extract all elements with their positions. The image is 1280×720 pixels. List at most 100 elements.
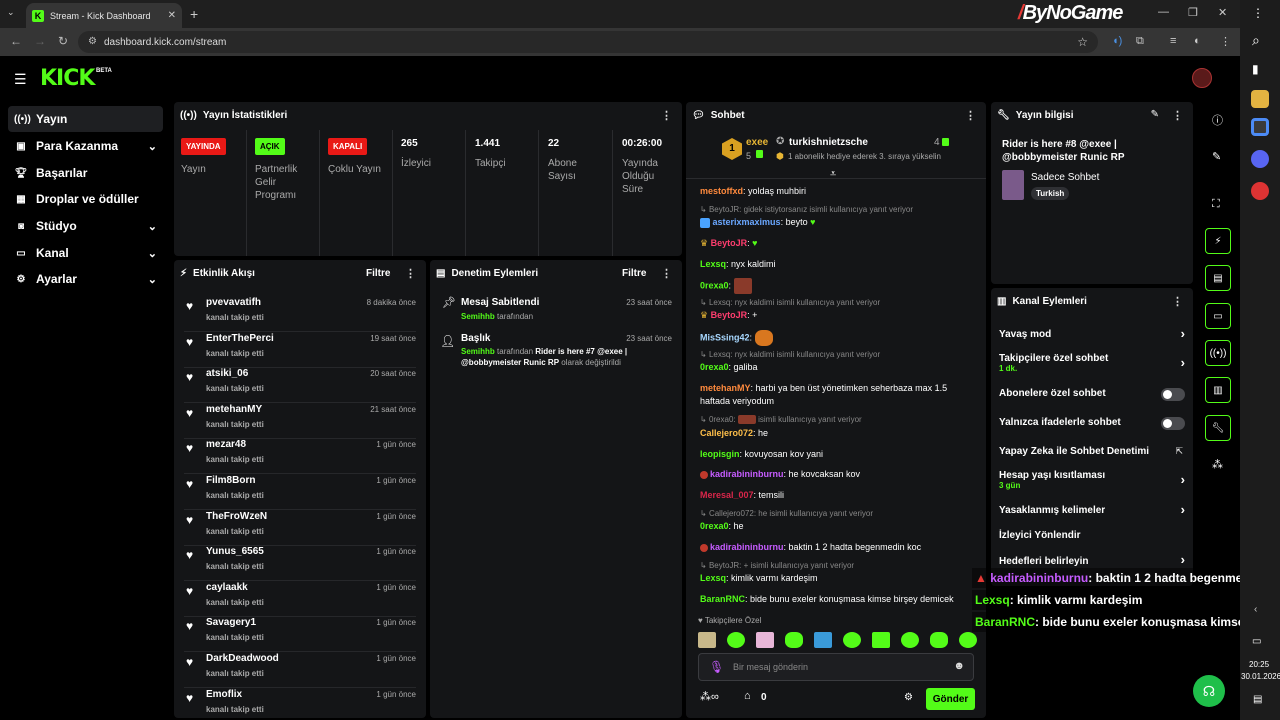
discord-icon[interactable] <box>1251 150 1269 168</box>
browser-tab-kick-dashboard[interactable]: K Stream - Kick Dashboard ✕ <box>26 3 182 28</box>
more-options-icon[interactable]: ⋮ <box>1172 295 1183 308</box>
sidebar-item-studyo[interactable]: ◙ Stüdyo ⌄ <box>8 213 163 239</box>
reload-icon[interactable]: ↻ <box>58 34 68 48</box>
sidebar-item-basarilar[interactable]: 🏆︎ Başarılar <box>8 160 163 186</box>
emote-icon[interactable] <box>698 632 716 648</box>
event-username[interactable]: EnterThePerci <box>206 333 274 344</box>
redirect-viewers-row[interactable]: İzleyici Yönlendir <box>999 530 1179 541</box>
chevron-right-icon[interactable]: › <box>1181 472 1185 487</box>
event-username[interactable]: Emoflix <box>206 689 242 700</box>
new-tab-button[interactable]: + <box>190 6 198 22</box>
account-age-row[interactable]: Hesap yaşı kısıtlaması 3 gün <box>999 470 1179 490</box>
emote-icon[interactable] <box>727 632 745 648</box>
chevron-right-icon[interactable]: › <box>1181 502 1185 517</box>
sidebar-item-kanal[interactable]: ▭ Kanal ⌄ <box>8 240 163 266</box>
event-username[interactable]: Yunus_6565 <box>206 546 264 557</box>
emote-icon[interactable] <box>814 632 832 648</box>
url-field[interactable]: ⚙ dashboard.kick.com/stream ☆ <box>78 31 1098 53</box>
emote-icon[interactable] <box>785 632 803 648</box>
emote-icon[interactable] <box>901 632 919 648</box>
edit-pencil-icon[interactable]: ✎ <box>1212 150 1221 163</box>
event-username[interactable]: pvevavatifh <box>206 297 261 308</box>
forward-icon[interactable]: → <box>34 34 46 48</box>
ai-moderation-row[interactable]: Yapay Zeka ile Sohbet Denetimi <box>999 446 1179 457</box>
emote-icon[interactable] <box>959 632 977 648</box>
followers-only-row[interactable]: Takipçilere özel sohbet 1 dk. <box>999 353 1179 373</box>
emote-icon[interactable] <box>756 632 774 648</box>
filter-button[interactable]: Filtre <box>366 268 390 279</box>
emote-icon[interactable] <box>843 632 861 648</box>
microphone-icon[interactable]: 🎙︎ <box>709 660 724 674</box>
task-view-icon[interactable]: ▮ <box>1252 62 1259 76</box>
event-username[interactable]: mezar48 <box>206 439 246 450</box>
clock-time[interactable]: 20:25 <box>1249 660 1269 669</box>
more-options-icon[interactable]: ⋮ <box>661 267 672 280</box>
infinity-points-icon[interactable]: ⁂∞ <box>700 690 719 703</box>
back-icon[interactable]: ← <box>10 34 22 48</box>
quick-action-chat[interactable]: ▭ <box>1205 303 1231 329</box>
emoji-picker-icon[interactable]: ☻ <box>953 660 965 672</box>
chrome-icon[interactable] <box>1251 118 1269 136</box>
quick-action-bolt[interactable]: ⚡︎ <box>1205 228 1231 254</box>
sidebar-item-ayarlar[interactable]: ⚙ Ayarlar ⌄ <box>8 266 163 292</box>
kick-logo[interactable]: KICK <box>40 66 95 91</box>
hamburger-menu-icon[interactable]: ☰ <box>14 71 27 88</box>
second-gifter-name[interactable]: turkishnietzsche <box>789 137 868 148</box>
media-control-icon[interactable]: ≡ <box>1170 35 1176 47</box>
set-goals-row[interactable]: Hedefleri belirleyin <box>999 556 1179 567</box>
maximize-icon[interactable]: ❐ <box>1188 6 1198 19</box>
support-chat-button[interactable]: ☊ <box>1193 675 1225 707</box>
more-options-icon[interactable]: ⋮ <box>661 109 672 122</box>
event-username[interactable]: atsiki_06 <box>206 368 248 379</box>
chevron-right-icon[interactable]: › <box>1181 355 1185 370</box>
event-username[interactable]: Film8Born <box>206 475 255 486</box>
info-icon[interactable]: ⓘ <box>1212 112 1223 128</box>
chevron-right-icon[interactable]: › <box>1181 552 1185 567</box>
bookmark-star-icon[interactable]: ☆ <box>1077 35 1088 49</box>
close-tab-icon[interactable]: ✕ <box>168 10 176 21</box>
search-icon[interactable]: ⌕ <box>1252 32 1260 49</box>
collapse-leaderboard-icon[interactable]: ⩡ <box>830 168 836 181</box>
slow-mode-row[interactable]: Yavaş mod <box>999 329 1179 340</box>
file-explorer-icon[interactable] <box>1251 90 1269 108</box>
minimize-icon[interactable]: — <box>1158 6 1169 18</box>
obs-icon[interactable] <box>1251 182 1269 200</box>
browser-menu-icon[interactable]: ⋮ <box>1252 6 1264 20</box>
chevron-left-icon[interactable]: ‹ <box>1254 604 1257 615</box>
subs-only-toggle[interactable] <box>1161 388 1185 401</box>
event-username[interactable]: Savagery1 <box>206 617 256 628</box>
extension-audio-icon[interactable]: ◖) <box>1112 35 1122 47</box>
emotes-only-toggle[interactable] <box>1161 417 1185 430</box>
sidebar-item-droplar[interactable]: ▦ Droplar ve ödüller <box>8 186 163 212</box>
chrome-menu-icon[interactable]: ⋮ <box>1220 35 1231 48</box>
more-options-icon[interactable]: ⋮ <box>1172 109 1183 122</box>
send-button[interactable]: Gönder <box>926 688 975 710</box>
event-username[interactable]: metehanMY <box>206 404 262 415</box>
category-thumbnail[interactable] <box>1002 170 1024 200</box>
more-options-icon[interactable]: ⋮ <box>405 267 416 280</box>
quick-action-document[interactable]: ▤ <box>1205 265 1231 291</box>
tab-search-icon[interactable]: ⌄ <box>7 7 15 18</box>
emote-icon[interactable] <box>872 632 890 648</box>
external-link-icon[interactable]: ⇱ <box>1175 446 1183 457</box>
close-window-icon[interactable]: ✕ <box>1218 6 1227 19</box>
user-avatar[interactable] <box>1192 68 1212 88</box>
display-icon[interactable]: ▭ <box>1252 636 1261 647</box>
emote-icon[interactable] <box>930 632 948 648</box>
clock-date[interactable]: 30.01.2026 <box>1241 672 1280 681</box>
event-username[interactable]: caylaakk <box>206 582 248 593</box>
chevron-right-icon[interactable]: › <box>1181 326 1185 341</box>
event-username[interactable]: TheFroWzeN <box>206 511 267 522</box>
extensions-puzzle-icon[interactable]: ⧉ <box>1136 35 1144 48</box>
quick-action-wrench[interactable]: 🔧︎ <box>1205 415 1231 441</box>
sidebar-item-yayin[interactable]: ((•)) Yayın <box>8 106 163 132</box>
chat-settings-gear-icon[interactable]: ⚙ <box>904 692 913 703</box>
top-gifter-name[interactable]: exee <box>746 137 768 148</box>
language-tag[interactable]: Turkish <box>1031 187 1070 200</box>
site-info-icon[interactable]: ⚙ <box>88 36 97 47</box>
store-icon[interactable]: ⌂ <box>744 690 751 702</box>
edit-pencil-icon[interactable]: ✎ <box>1151 109 1159 120</box>
banned-words-row[interactable]: Yasaklanmış kelimeler <box>999 505 1179 516</box>
chat-input[interactable]: 🎙︎ Bir mesaj gönderin ☻ <box>698 653 974 681</box>
dots-cluster-icon[interactable]: ⁂ <box>1212 458 1223 471</box>
